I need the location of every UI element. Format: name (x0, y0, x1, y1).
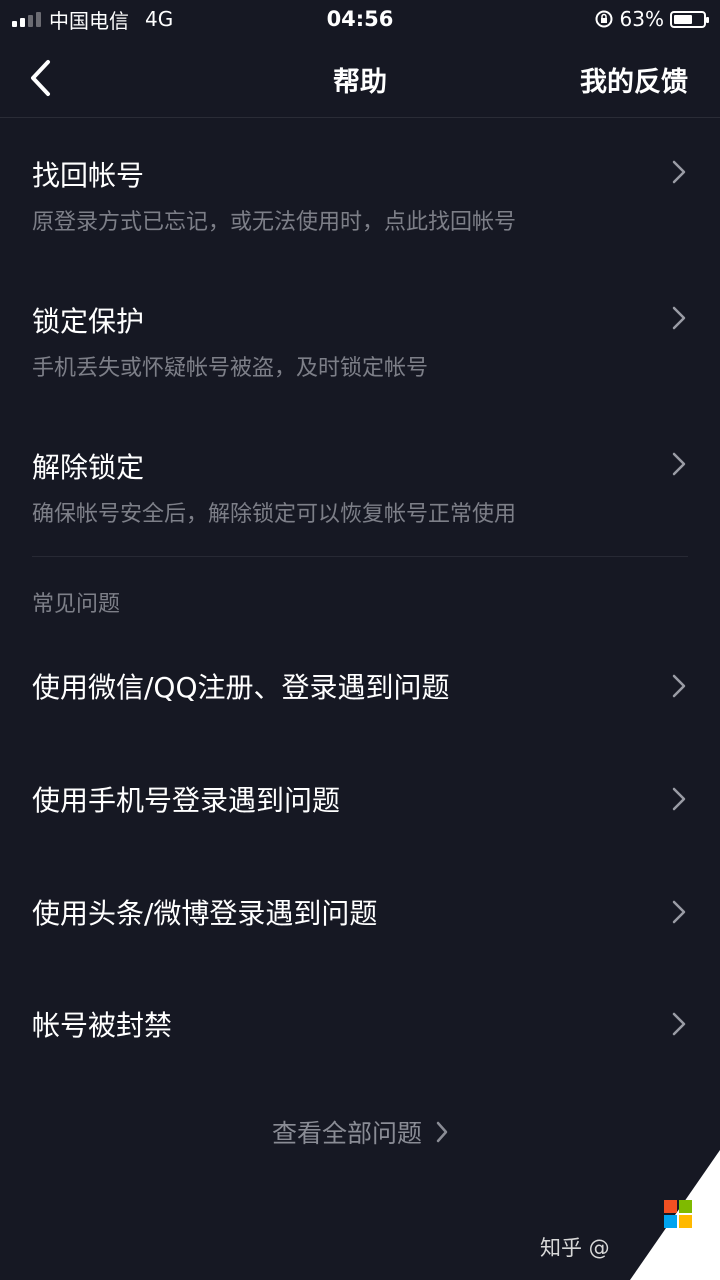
faq-item-wechat-qq[interactable]: 使用微信/QQ注册、登录遇到问题 (0, 630, 720, 742)
chevron-left-icon (31, 60, 50, 96)
chevron-right-icon (672, 1012, 686, 1036)
account-item-title: 找回帐号 (32, 159, 145, 192)
view-all-label: 查看全部问题 (271, 1119, 422, 1148)
status-bar: 中国电信 4G 04:56 63% (0, 0, 720, 38)
watermark-text: 知乎 @ (540, 1236, 610, 1260)
status-right: 63% (594, 7, 709, 31)
back-button[interactable] (28, 58, 68, 98)
faq-item-phone[interactable]: 使用手机号登录遇到问题 (0, 743, 720, 855)
faq-item-title: 使用手机号登录遇到问题 (32, 784, 341, 817)
nav-bar: 帮助 我的反馈 (0, 38, 720, 118)
faq-item-title: 使用头条/微博登录遇到问题 (32, 897, 378, 930)
faq-item-title: 使用微信/QQ注册、登录遇到问题 (32, 671, 450, 704)
account-item-unlock[interactable]: 解除锁定 确保帐号安全后，解除锁定可以恢复帐号正常使用 (0, 410, 720, 556)
battery-icon (670, 10, 709, 28)
chevron-right-icon (672, 674, 686, 698)
chevron-right-icon (672, 900, 686, 924)
chevron-right-icon (672, 787, 686, 811)
faq-item-toutiao-weibo[interactable]: 使用头条/微博登录遇到问题 (0, 856, 720, 968)
chevron-right-icon (672, 306, 686, 330)
battery-fill (674, 14, 692, 24)
signal-strength-icon (12, 11, 41, 27)
network-type: 4G (145, 7, 174, 31)
chevron-right-icon (672, 160, 686, 184)
account-item-desc: 手机丢失或怀疑帐号被盗，及时锁定帐号 (32, 356, 429, 381)
account-item-title: 解除锁定 (32, 451, 145, 484)
section-divider (32, 556, 688, 557)
faq-item-banned[interactable]: 帐号被封禁 (0, 968, 720, 1080)
chevron-right-icon (672, 452, 686, 476)
view-all-questions-button[interactable]: 查看全部问题 (0, 1114, 720, 1150)
rotation-lock-icon (595, 10, 613, 28)
my-feedback-button[interactable]: 我的反馈 (580, 60, 688, 99)
site-logo-watermark (630, 1150, 720, 1280)
account-item-desc: 确保帐号安全后，解除锁定可以恢复帐号正常使用 (32, 502, 517, 527)
account-item-title: 锁定保护 (32, 305, 145, 338)
account-item-lock[interactable]: 锁定保护 手机丢失或怀疑帐号被盗，及时锁定帐号 (0, 264, 720, 410)
section-label-faq: 常见问题 (32, 592, 121, 617)
account-item-desc: 原登录方式已忘记，或无法使用时，点此找回帐号 (32, 210, 517, 235)
carrier-name: 中国电信 (49, 8, 129, 33)
faq-item-title: 帐号被封禁 (32, 1009, 173, 1042)
chevron-right-icon (436, 1121, 448, 1143)
account-item-recover[interactable]: 找回帐号 原登录方式已忘记，或无法使用时，点此找回帐号 (0, 118, 720, 264)
battery-percent: 63% (619, 7, 664, 31)
